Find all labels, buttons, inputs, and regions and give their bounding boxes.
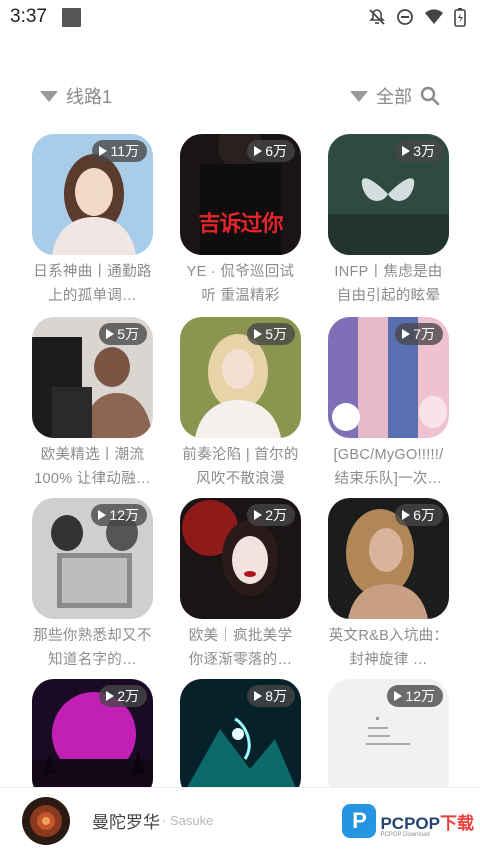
route-selector[interactable]: 线路1 [40,83,112,109]
playlist-cover: 吉诉过你 6万 [180,134,301,255]
play-icon [402,510,411,520]
playlist-cover: 12万 [328,679,449,800]
playlist-cover: 2万 [32,679,153,800]
play-icon [402,146,411,156]
watermark-brand: PCPOP下载 [380,813,474,833]
play-count-badge: 5万 [247,323,295,345]
play-count-badge: 5万 [99,323,147,345]
playlist-cover: 5万 [180,317,301,438]
notification-off-icon [369,9,385,25]
playlist-card[interactable]: 12万 那些你熟悉却又不知道名字的… [32,498,153,672]
status-time: 3:37 [10,6,47,27]
playlist-title: 那些你熟悉却又不知道名字的… [33,628,152,668]
play-icon [98,510,107,520]
playlist-card[interactable]: 5万 前奏沦陷 | 首尔的风吹不散浪漫 [180,317,301,491]
play-count-badge: 2万 [247,504,295,526]
now-playing-cover[interactable] [22,796,70,845]
category-label: 全部 [376,87,412,107]
status-icons [368,7,466,27]
playlist-card[interactable]: 3万 INFP丨焦虑是由自由引起的眩晕 [328,134,449,308]
playlist-cover: 3万 [328,134,449,255]
playlist-title: [GBC/MyGO!!!!!/结束乐队]一次… [333,447,444,487]
wifi-icon [425,9,443,24]
play-icon [254,691,263,701]
play-icon [254,146,263,156]
dropdown-triangle-icon [350,90,368,102]
play-icon [254,510,263,520]
playlist-card[interactable]: 2万 欧美｜疯批美学 你逐渐零落的… [180,498,301,672]
playlist-cover: 2万 [180,498,301,619]
playlist-card[interactable]: 8万 [180,679,301,800]
playlist-title: YE · 侃爷巡回试听 重温精彩 [186,264,295,304]
play-count-badge: 12万 [91,504,147,526]
play-icon [106,329,115,339]
playlist-card[interactable]: 7万 [GBC/MyGO!!!!!/结束乐队]一次… [328,317,449,491]
watermark-mark: P [342,804,377,838]
play-count-badge: 8万 [247,685,295,707]
play-count-badge: 2万 [99,685,147,707]
playlist-cover: 6万 [328,498,449,619]
playlist-title: 欧美精选丨潮流100% 让律动融… [34,447,151,487]
playlist-card[interactable]: 6万 英文R&B入坑曲：封神旋律 … [328,498,449,672]
playlist-card[interactable]: 吉诉过你 6万 YE · 侃爷巡回试听 重温精彩 [180,134,301,308]
now-playing-artist: · Sasuke [162,813,214,828]
watermark-sub: PCPOP Download [380,832,430,838]
status-bar: 3:37 [0,0,480,34]
dropdown-triangle-icon [40,90,58,102]
playlist-cover: 7万 [328,317,449,438]
play-icon [254,329,263,339]
play-count-badge: 7万 [395,323,443,345]
play-count-badge: 12万 [387,685,443,707]
playlist-card[interactable]: 5万 欧美精选丨潮流100% 让律动融… [32,317,153,491]
playlist-title: 前奏沦陷 | 首尔的风吹不散浪漫 [182,447,299,487]
battery-icon [454,8,466,27]
playlist-cover: 8万 [180,679,301,800]
play-count-badge: 6万 [395,504,443,526]
cover-text: 吉诉过你 [198,212,283,237]
playlist-cover: 5万 [32,317,153,438]
category-selector[interactable]: 全部 [350,83,412,109]
play-icon [394,691,403,701]
play-icon [402,329,411,339]
route-label: 线路1 [66,87,113,107]
playlist-title: 日系神曲丨通勤路上的孤单调… [33,264,152,304]
search-icon[interactable] [420,86,440,106]
playlist-cover: 11万 [32,134,153,255]
watermark-logo: P PCPOP下载 PCPOP Download [342,804,474,838]
playlist-title: 欧美｜疯批美学 你逐渐零落的… [188,628,293,668]
now-playing-song: 曼陀罗华 [92,813,160,832]
play-icon [106,691,115,701]
playlist-title: INFP丨焦虑是由自由引起的眩晕 [334,264,443,304]
do-not-disturb-icon [397,9,413,25]
app-notification-icon [61,7,81,27]
filter-row: 线路1 全部 [40,82,440,110]
mini-player[interactable]: 曼陀罗华 · Sasuke P PCPOP下载 PCPOP Download [0,787,480,853]
play-count-badge: 6万 [247,140,295,162]
playlist-card[interactable]: 11万 日系神曲丨通勤路上的孤单调… [32,134,153,308]
playlist-cover: 12万 [32,498,153,619]
playlist-title: 英文R&B入坑曲：封神旋律 … [328,628,449,668]
playlist-card[interactable]: 2万 [32,679,153,800]
play-count-badge: 3万 [395,140,443,162]
play-count-badge: 11万 [92,140,147,162]
play-icon [99,146,108,156]
playlist-card[interactable]: 12万 [328,679,449,800]
